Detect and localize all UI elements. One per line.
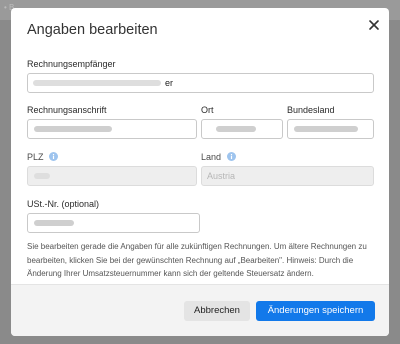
- zip-label: PLZ: [27, 152, 59, 162]
- address-input[interactable]: [27, 119, 197, 139]
- info-icon: [49, 152, 59, 161]
- dialog-title: Angaben bearbeiten: [27, 22, 158, 38]
- close-button[interactable]: [365, 16, 383, 34]
- recipient-label: Rechnungsempfänger: [27, 59, 116, 69]
- info-icon: [226, 152, 236, 161]
- zip-label-text: PLZ: [27, 152, 44, 162]
- city-label: Ort: [201, 105, 214, 115]
- state-label: Bundesland: [287, 105, 335, 115]
- save-changes-button[interactable]: Änderungen speichern: [256, 301, 375, 321]
- address-label: Rechnungsanschrift: [27, 105, 107, 115]
- country-label-text: Land: [201, 152, 222, 162]
- help-text: Sie bearbeiten gerade die Angaben für al…: [27, 242, 367, 278]
- close-icon: [369, 20, 379, 30]
- edit-details-dialog: Angaben bearbeiten Rechnungsempfänger er…: [11, 8, 389, 336]
- redacted-text: [216, 126, 256, 132]
- redacted-text: [34, 126, 112, 132]
- vat-input[interactable]: [27, 213, 200, 233]
- vat-label: USt.-Nr. (optional): [27, 199, 100, 209]
- recipient-value: er: [165, 78, 174, 88]
- redacted-text: [34, 173, 50, 179]
- country-input: Austria: [201, 166, 374, 186]
- city-input[interactable]: [201, 119, 283, 139]
- redacted-text: [294, 126, 358, 132]
- state-select[interactable]: [287, 119, 374, 139]
- redacted-text: [33, 80, 161, 86]
- cancel-button[interactable]: Abbrechen: [184, 301, 250, 321]
- zip-input: [27, 166, 197, 186]
- country-label: Land: [201, 152, 236, 162]
- redacted-text: [34, 220, 74, 226]
- recipient-input[interactable]: er: [27, 73, 374, 93]
- dialog-footer: Abbrechen Änderungen speichern: [11, 284, 389, 336]
